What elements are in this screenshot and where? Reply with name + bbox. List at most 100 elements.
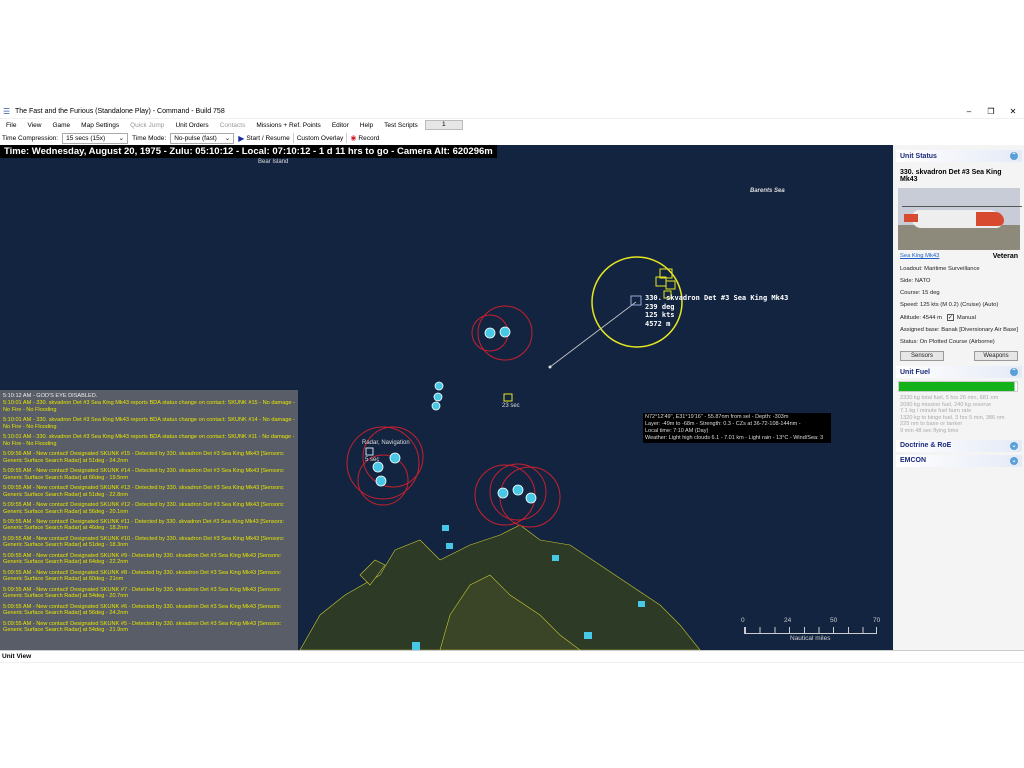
menu-missions[interactable]: Missions + Ref. Points [256,122,320,129]
unit-heading: 239 deg [645,302,675,311]
unit-status: Status: On Plotted Course (Airborne) [900,339,995,345]
radar-label: Radar, Navigation [362,440,410,446]
scale-tick: 70 [873,617,881,624]
menu-file[interactable]: File [6,122,16,129]
bear-island-label: Bear Island [258,159,289,165]
course: Course: 15 deg [900,290,940,296]
record-label: Record [358,134,380,142]
menu-quick-jump[interactable]: Quick Jump [130,122,164,129]
altitude[interactable]: Altitude: 4544 m [900,315,942,321]
toolbar: Time Compression: 15 secs (15x) ⌄ Time Mo… [0,131,1024,145]
maximize-button[interactable]: ❐ [980,105,1002,118]
collapse-icon[interactable]: ⌃ [1010,152,1018,160]
log-message: 5:10:01 AM - 330. skvadron Det #3 Sea Ki… [3,416,295,430]
start-label: Start / Resume [246,134,290,142]
manual-checkbox[interactable]: ✓ [946,314,954,321]
collapse-icon[interactable]: ⌃ [1010,368,1018,376]
unit-fuel-header[interactable]: Unit Fuel ⌃ [896,366,1022,378]
contact-timer: 23 sec [502,403,520,409]
fuel-details: 2330 kg total fuel, 5 hrs 26 min, 681 nm… [894,392,1024,435]
radar-timer: 5 sec [365,457,380,463]
window-title: The Fast and the Furious (Standalone Pla… [15,108,225,115]
menu-view[interactable]: View [27,122,41,129]
map-cursor-info: N72°12'49", E31°19'16" - 55.87nm from se… [643,413,831,443]
minimize-button[interactable]: – [958,105,980,118]
unit-status-panel: Unit Status ⌃ 330. skvadron Det #3 Sea Ki… [894,145,1024,650]
menu-bar: File View Game Map Settings Quick Jump U… [0,119,1024,131]
panel-title: Doctrine & RoE [900,442,952,450]
scale-unit: Nautical miles [790,635,831,642]
expand-icon[interactable]: ⌄ [1010,441,1018,450]
chevron-down-icon: ⌄ [118,134,125,142]
log-message: 5:09:55 AM - New contact! Designated SKU… [3,501,285,515]
speed[interactable]: Speed: 125 kts (M 0.2) (Cruise) (Auto) [900,302,1018,308]
info-line: Layer: -49m to -68m - Strength: 0.3 - CZ… [645,421,801,427]
info-line: Local time: 7:10 AM (Day) [645,428,709,434]
radar-contact [365,447,374,456]
unit-name: 330. skvadron Det #3 Sea King Mk43 [645,294,789,302]
proficiency: Veteran [992,253,1018,260]
menu-contacts[interactable]: Contacts [220,122,246,129]
emcon-header[interactable]: EMCON ⌄ [896,454,1022,467]
sensors-button[interactable]: Sensors [900,351,944,361]
fuel-line: 2330 kg total fuel, 5 hrs 26 min, 681 nm [900,395,999,401]
app-window: ☰ The Fast and the Furious (Standalone P… [0,105,1024,663]
time-bar: Time: Wednesday, August 20, 1975 - Zulu:… [0,145,497,158]
divider [346,133,348,143]
assigned-base: Assigned base: Banak [Diversionary Air B… [900,327,1018,333]
time-compression-select[interactable]: 15 secs (15x) ⌄ [62,132,129,144]
menu-game[interactable]: Game [52,122,70,129]
panel-title: Unit Status [900,152,937,160]
scale-bar: 0 24 50 70 Nautical miles [740,617,880,647]
start-button[interactable]: ▶ Start / Resume [238,134,290,143]
title-bar: ☰ The Fast and the Furious (Standalone P… [0,105,1024,118]
log-message: 5:10:12 AM - GOD'S EYE DISABLED. [3,393,98,399]
menu-editor[interactable]: Editor [332,122,349,129]
time-compression-label: Time Compression: [2,134,59,142]
test-script-box[interactable]: 1 [424,120,463,130]
time-compression-value: 15 secs (15x) [66,134,106,142]
custom-overlay-button[interactable]: Custom Overlay [297,135,344,142]
menu-unit-orders[interactable]: Unit Orders [175,122,208,129]
fuel-bar [898,381,1018,392]
unit-class-link[interactable]: Sea King Mk43 [900,253,939,260]
scale-tick: 24 [784,617,792,624]
unit-speed: 125 kts [645,311,675,319]
menu-help[interactable]: Help [360,122,373,129]
log-message: 5:09:55 AM - New contact! Designated SKU… [3,603,282,617]
selected-unit-label[interactable]: 330. skvadron Det #3 Sea King Mk43 239 d… [645,294,788,328]
unit-status-header[interactable]: Unit Status ⌃ [896,150,1022,162]
fuel-line: 9 min 48 sec flying time [900,427,959,434]
log-message: 5:09:55 AM - New contact! Designated SKU… [3,518,284,532]
log-message: 5:09:55 AM - New contact! Designated SKU… [3,569,282,583]
weapons-button[interactable]: Weapons [974,351,1018,361]
menu-map-settings[interactable]: Map Settings [81,122,119,129]
fuel-line: 2090 kg mission fuel, 240 kg reserve [900,401,992,408]
log-message: 5:09:55 AM - New contact! Designated SKU… [3,586,282,600]
scale-tick: 0 [741,617,745,624]
info-line: N72°12'49", E31°19'16" - 55.87nm from se… [645,414,789,420]
manual-label: Manual [956,314,976,321]
log-message: 5:09:56 AM - New contact! Designated SKU… [3,450,285,464]
scale-tick: 50 [830,617,838,624]
log-message: 5:10:01 AM - 330. skvadron Det #3 Sea Ki… [3,399,295,413]
surface-contacts [372,326,537,504]
panel-title: EMCON [900,457,927,465]
fuel-line: 1320 kg to bingo fuel, 3 hrs 5 min, 386 … [900,414,1005,421]
barents-sea-label: Barents Sea [750,188,785,194]
log-message: 5:09:55 AM - New contact! Designated SKU… [3,552,282,566]
fuel-line: 225 nm to base or tanker [900,421,963,428]
scale-ruler [744,627,877,634]
expand-icon[interactable]: ⌄ [1010,456,1018,465]
chevron-down-icon: ⌄ [224,134,231,142]
record-button[interactable]: ◉ Record [350,134,380,143]
close-button[interactable]: ✕ [1002,105,1024,118]
log-message: 5:09:55 AM - New contact! Designated SKU… [3,620,282,634]
tactical-map[interactable]: Time: Wednesday, August 20, 1975 - Zulu:… [0,145,893,650]
doctrine-header[interactable]: Doctrine & RoE ⌄ [896,439,1022,452]
unit-photo [898,188,1022,250]
menu-test-scripts[interactable]: Test Scripts [384,122,418,129]
message-log[interactable]: 5:10:12 AM - GOD'S EYE DISABLED. 5:10:01 … [0,390,298,650]
loadout: Loadout: Maritime Surveillance [900,266,980,272]
time-mode-select[interactable]: No-pulse (fast) ⌄ [170,132,235,144]
